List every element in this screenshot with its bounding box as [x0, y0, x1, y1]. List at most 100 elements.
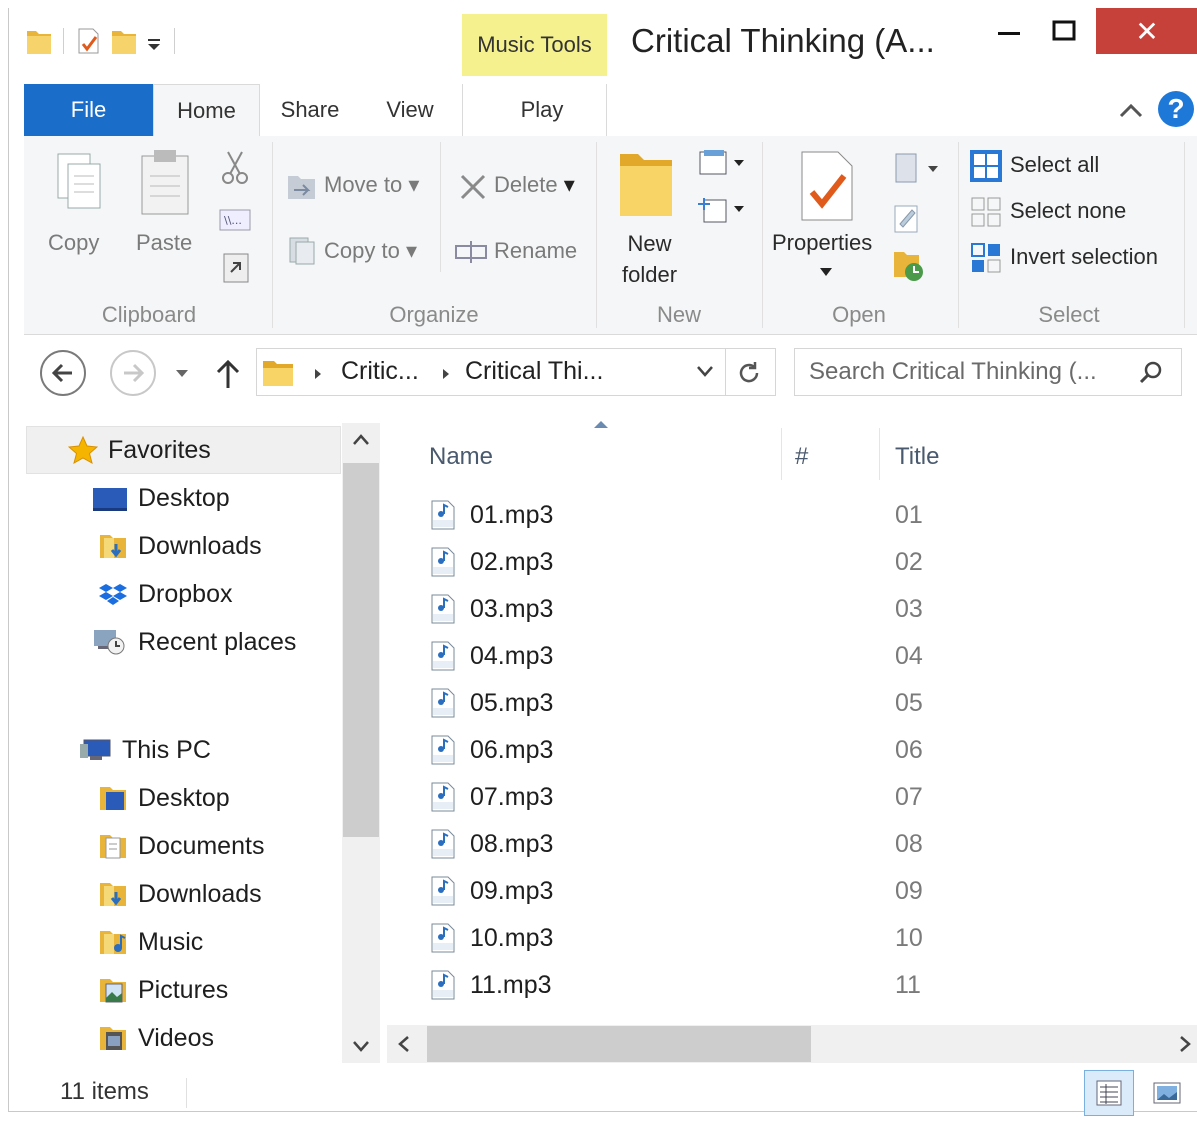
nav-favorites-desktop[interactable]: Desktop	[92, 476, 230, 520]
file-row[interactable]: 05.mp3	[430, 681, 553, 725]
recent-locations-chevron-icon[interactable]	[174, 366, 190, 380]
column-header-name[interactable]: Name	[429, 428, 779, 486]
properties-icon[interactable]	[74, 26, 104, 56]
large-icons-view-button[interactable]	[1144, 1070, 1190, 1116]
file-title: 11	[895, 970, 921, 999]
properties-button[interactable]: Properties	[772, 230, 872, 256]
tab-file[interactable]: File	[24, 84, 153, 136]
scroll-right-icon[interactable]	[1178, 1035, 1192, 1053]
invert-selection-button[interactable]: Invert selection	[1010, 244, 1158, 270]
paste-button[interactable]: Paste	[136, 230, 192, 256]
column-header-title[interactable]: Title	[895, 428, 1095, 486]
up-arrow-icon[interactable]	[214, 358, 242, 390]
history-icon[interactable]	[890, 248, 926, 284]
column-divider[interactable]	[879, 428, 880, 480]
maximize-button[interactable]	[1039, 8, 1089, 54]
new-folder-button[interactable]: New folder	[622, 228, 677, 290]
collapse-ribbon-icon[interactable]	[1116, 96, 1146, 126]
music-tools-context-tab: Music Tools	[462, 14, 607, 76]
close-button[interactable]: ✕	[1096, 8, 1197, 54]
group-separator	[596, 142, 597, 328]
nav-this-pc[interactable]: This PC	[78, 728, 211, 772]
nav-pc-documents[interactable]: Documents	[98, 824, 264, 868]
file-row[interactable]: 08.mp3	[430, 822, 553, 866]
breadcrumb-item[interactable]: Critic...	[341, 357, 419, 386]
invert-selection-icon	[971, 243, 1001, 273]
file-row[interactable]: 02.mp3	[430, 540, 553, 584]
forward-button[interactable]	[110, 350, 156, 396]
select-none-button[interactable]: Select none	[1010, 198, 1126, 224]
file-row[interactable]: 03.mp3	[430, 587, 553, 631]
horizontal-scroll-thumb[interactable]	[427, 1026, 811, 1062]
column-header-number[interactable]: #	[795, 428, 865, 486]
address-dropdown-icon[interactable]	[695, 363, 715, 379]
nav-pc-pictures[interactable]: Pictures	[98, 968, 228, 1012]
paste-icon[interactable]	[136, 146, 196, 226]
nav-favorites-dropbox[interactable]: Dropbox	[98, 572, 233, 616]
customize-dropdown-icon[interactable]	[144, 26, 164, 56]
breadcrumb-chevron-icon[interactable]	[313, 367, 323, 381]
properties-icon[interactable]	[796, 148, 860, 224]
copy-to-button[interactable]: Copy to ▾	[324, 238, 417, 264]
search-input[interactable]: Search Critical Thinking (...	[794, 348, 1182, 396]
file-row[interactable]: 04.mp3	[430, 634, 553, 678]
rename-button[interactable]: Rename	[494, 238, 577, 264]
nav-pc-downloads[interactable]: Downloads	[98, 872, 262, 916]
refresh-icon[interactable]	[735, 359, 763, 387]
file-title: 07	[895, 782, 923, 811]
scroll-left-icon[interactable]	[397, 1035, 411, 1053]
paste-shortcut-icon[interactable]	[222, 250, 250, 284]
delete-button[interactable]: Delete ▾	[494, 172, 575, 198]
tab-view[interactable]: View	[374, 84, 446, 136]
copy-icon[interactable]	[52, 148, 108, 228]
details-view-button[interactable]	[1084, 1070, 1134, 1116]
back-button[interactable]	[40, 350, 86, 396]
nav-pc-videos[interactable]: Videos	[98, 1016, 214, 1060]
search-icon[interactable]	[1137, 359, 1165, 387]
nav-scroll-thumb[interactable]	[343, 463, 379, 837]
copy-path-icon[interactable]: \\...	[218, 206, 252, 234]
breadcrumb-item[interactable]: Critical Thi...	[465, 357, 603, 386]
address-bar[interactable]: Critic... Critical Thi...	[256, 348, 776, 396]
folder-icon[interactable]	[25, 26, 53, 56]
tab-home[interactable]: Home	[153, 84, 260, 137]
move-to-button[interactable]: Move to ▾	[324, 172, 419, 198]
edit-icon[interactable]	[892, 202, 922, 234]
file-row[interactable]: 06.mp3	[430, 728, 553, 772]
tab-share[interactable]: Share	[270, 84, 350, 136]
nav-favorites-recent-places[interactable]: Recent places	[92, 620, 296, 664]
content-horizontal-scrollbar[interactable]	[387, 1025, 1197, 1063]
nav-favorites-downloads[interactable]: Downloads	[98, 524, 262, 568]
file-name: 11.mp3	[470, 970, 552, 999]
open-icon[interactable]	[890, 152, 946, 186]
file-row[interactable]: 11.mp3	[430, 963, 552, 1007]
new-item-icon[interactable]	[696, 148, 748, 180]
scroll-down-icon[interactable]	[352, 1039, 370, 1053]
select-all-button[interactable]: Select all	[1010, 152, 1099, 178]
nav-favorites[interactable]: Favorites	[68, 428, 211, 472]
copy-button[interactable]: Copy	[48, 230, 99, 256]
mp3-file-icon	[431, 782, 455, 812]
properties-dropdown-icon[interactable]	[818, 266, 834, 278]
new-folder-icon[interactable]	[110, 26, 138, 56]
nav-pane-scrollbar[interactable]	[342, 423, 380, 1063]
mp3-file-icon	[431, 970, 455, 1000]
minimize-button[interactable]	[984, 8, 1034, 54]
file-row[interactable]: 09.mp3	[430, 869, 553, 913]
file-row[interactable]: 07.mp3	[430, 775, 553, 819]
help-icon[interactable]: ?	[1158, 91, 1194, 127]
group-separator	[762, 142, 763, 328]
breadcrumb-chevron-icon[interactable]	[441, 367, 451, 381]
file-title: 01	[895, 500, 923, 529]
easy-access-icon[interactable]	[696, 194, 748, 226]
new-folder-icon[interactable]	[616, 146, 676, 222]
downloads-folder-icon	[100, 535, 126, 558]
file-row[interactable]: 01.mp3	[430, 493, 553, 537]
column-divider[interactable]	[781, 428, 782, 480]
scroll-up-icon[interactable]	[352, 433, 370, 447]
file-row[interactable]: 10.mp3	[430, 916, 553, 960]
nav-pc-desktop[interactable]: Desktop	[98, 776, 230, 820]
tab-play[interactable]: Play	[494, 84, 590, 136]
nav-pc-music[interactable]: Music	[98, 920, 203, 964]
cut-icon[interactable]	[220, 150, 250, 186]
